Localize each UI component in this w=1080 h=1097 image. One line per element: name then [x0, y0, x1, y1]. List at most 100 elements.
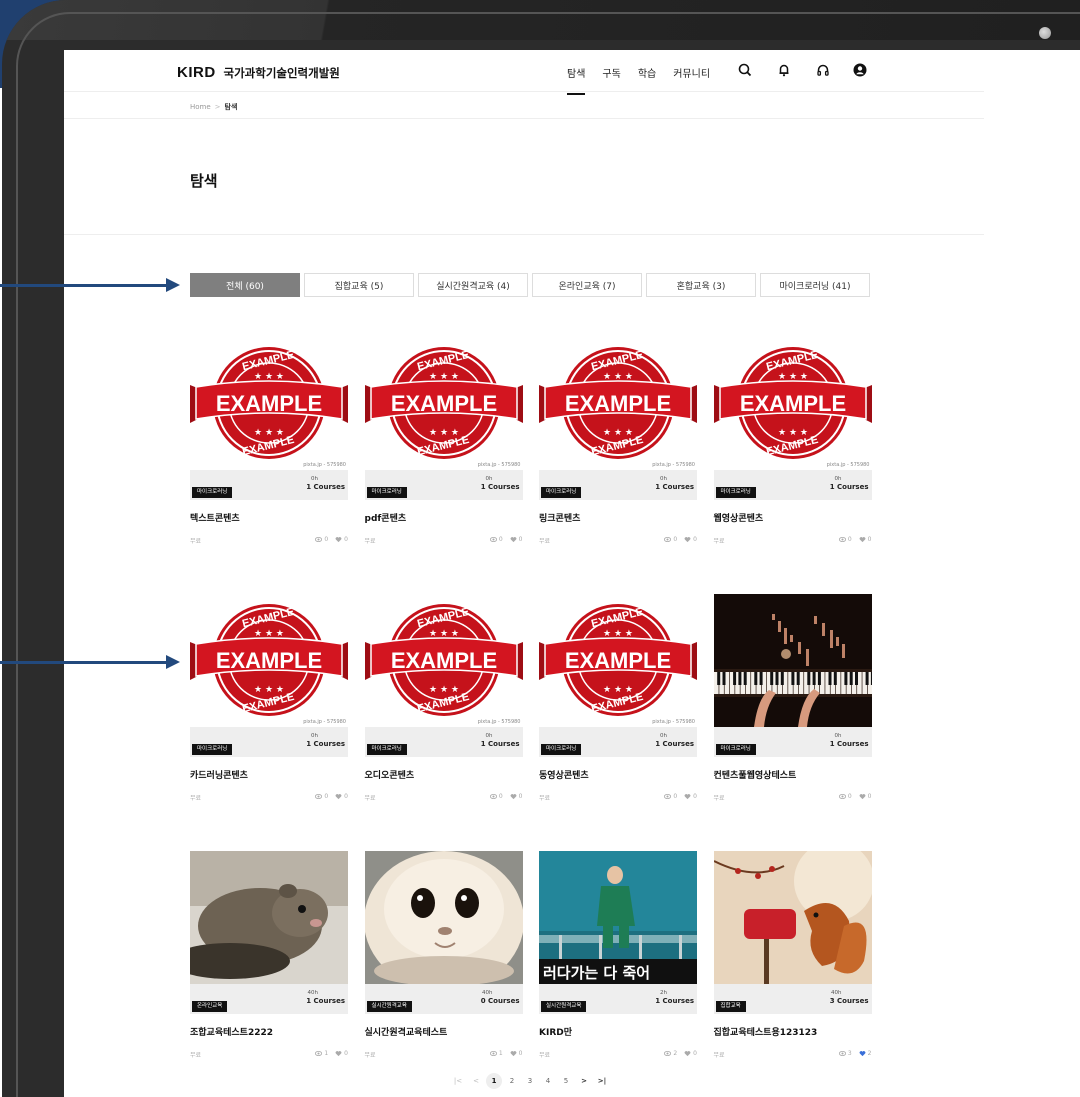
course-thumbnail[interactable]: EXAMPLE EXAMPLE EXAMPLE ★ ★ ★ ★ ★ ★ [539, 594, 697, 727]
tab-classroom[interactable]: 집합교육 (5) [304, 273, 414, 297]
course-thumbnail[interactable]: EXAMPLE EXAMPLE EXAMPLE ★ ★ ★ ★ ★ ★ [190, 594, 348, 727]
heart-icon[interactable] [510, 1050, 517, 1057]
user-account-icon[interactable] [852, 62, 868, 78]
pagination-page-4[interactable]: 4 [540, 1073, 556, 1089]
svg-text:EXAMPLE: EXAMPLE [390, 648, 496, 673]
heart-icon[interactable] [684, 536, 691, 543]
course-thumbnail[interactable] [190, 851, 348, 984]
course-stats: 20 [664, 1050, 697, 1057]
heart-icon[interactable] [335, 793, 342, 800]
course-title[interactable]: 링크콘텐츠 [539, 511, 580, 524]
course-title[interactable]: 웹영상콘텐츠 [714, 511, 764, 524]
course-title[interactable]: 실시간원격교육테스트 [365, 1025, 448, 1038]
nav-item-subscribe[interactable]: 구독 [602, 65, 620, 80]
heart-icon[interactable] [335, 536, 342, 543]
course-title[interactable]: KIRD만 [539, 1025, 572, 1038]
course-card[interactable]: EXAMPLE EXAMPLE EXAMPLE ★ ★ ★ ★ ★ ★ pixta.jp … [190, 337, 348, 549]
course-title[interactable]: 텍스트콘텐츠 [190, 511, 240, 524]
course-title[interactable]: 카드러닝콘텐츠 [190, 768, 248, 781]
tab-online[interactable]: 온라인교육 (7) [532, 273, 642, 297]
course-card[interactable]: 온라인교육 40h 1 Courses 조합교육테스트2222 무료 1 0 [190, 851, 348, 1063]
course-thumbnail[interactable]: EXAMPLE EXAMPLE EXAMPLE ★ ★ ★ ★ ★ ★ [364, 594, 523, 727]
site-logo[interactable]: KIRD 국가과학기술인력개발원 [177, 64, 340, 81]
pagination-page-1[interactable]: 1 [486, 1073, 502, 1089]
tab-blended[interactable]: 혼합교육 (3) [646, 273, 756, 297]
svg-text:EXAMPLE: EXAMPLE [565, 648, 671, 673]
course-title[interactable]: 동영상콘텐츠 [539, 768, 589, 781]
course-count: 1 Courses [480, 740, 520, 748]
nav-item-learning[interactable]: 학습 [638, 65, 656, 80]
heart-icon[interactable] [684, 1050, 691, 1057]
tab-microlearning[interactable]: 마이크로러닝 (41) [760, 273, 870, 297]
heart-icon[interactable] [510, 793, 517, 800]
pagination-last[interactable]: >| [594, 1073, 610, 1089]
course-price: 무료 [190, 795, 202, 802]
course-title[interactable]: 오디오콘텐츠 [365, 768, 415, 781]
course-card[interactable]: 실시간원격교육 40h 0 Courses 실시간원격교육테스트 무료 1 0 [364, 851, 523, 1063]
course-card[interactable]: EXAMPLE EXAMPLE EXAMPLE ★ ★ ★ ★ ★ ★ pixta.jp … [364, 337, 523, 549]
like-count: 0 [693, 793, 697, 800]
course-title[interactable]: pdf콘텐츠 [365, 511, 407, 524]
course-thumbnail[interactable] [713, 594, 872, 727]
course-card[interactable]: EXAMPLE EXAMPLE EXAMPLE ★ ★ ★ ★ ★ ★ pixta.jp … [539, 337, 697, 549]
image-watermark: pixta.jp - 575980 [303, 462, 346, 468]
view-count: 0 [498, 536, 503, 543]
course-stats: 00 [664, 793, 697, 800]
course-thumbnail[interactable] [713, 851, 872, 984]
course-title[interactable]: 조합교육테스트2222 [190, 1025, 273, 1038]
eye-icon [664, 793, 672, 800]
pagination-page-3[interactable]: 3 [522, 1073, 538, 1089]
eye-icon [489, 1050, 497, 1057]
like-count: 0 [344, 536, 348, 543]
heart-icon[interactable] [335, 1050, 342, 1057]
svg-text:EXAMPLE: EXAMPLE [216, 391, 322, 416]
breadcrumb-home[interactable]: Home [190, 103, 211, 111]
heart-icon[interactable] [859, 793, 866, 800]
course-price: 무료 [713, 538, 725, 545]
course-count: 1 Courses [306, 483, 345, 491]
nav-item-community[interactable]: 커뮤니티 [673, 65, 710, 80]
pagination-first[interactable]: |< [450, 1073, 466, 1089]
svg-text:★ ★ ★: ★ ★ ★ [254, 372, 284, 382]
heart-icon[interactable] [510, 536, 517, 543]
course-thumbnail[interactable]: EXAMPLE EXAMPLE EXAMPLE ★ ★ ★ ★ ★ ★ [539, 337, 697, 470]
nav-item-explore[interactable]: 탐색 [567, 65, 586, 95]
course-card[interactable]: 러다가는 다 죽어 실시간원격교육 2h 1 Courses KIRD만 무료 2 0 [539, 851, 697, 1063]
pagination-prev[interactable]: < [468, 1073, 484, 1089]
bell-icon[interactable] [776, 62, 792, 78]
course-duration: 40h [307, 990, 318, 996]
course-info-bar: pixta.jp - 575980 마이크로러닝 0h 1 Courses [190, 719, 348, 757]
heart-icon[interactable] [684, 793, 691, 800]
tab-all[interactable]: 전체 (60) [190, 273, 300, 297]
tab-live-remote[interactable]: 실시간원격교육 (4) [418, 273, 528, 297]
course-card[interactable]: 마이크로러닝 0h 1 Courses 컨텐츠풀웹영상테스트 무료 0 0 [713, 594, 872, 806]
category-badge: 마이크로러닝 [541, 487, 582, 498]
course-title[interactable]: 컨텐츠풀웹영상테스트 [714, 768, 797, 781]
breadcrumb-divider [64, 118, 984, 119]
course-card[interactable]: EXAMPLE EXAMPLE EXAMPLE ★ ★ ★ ★ ★ ★ pixta.jp … [713, 337, 872, 549]
course-card[interactable]: EXAMPLE EXAMPLE EXAMPLE ★ ★ ★ ★ ★ ★ pixta.jp … [364, 594, 523, 806]
course-stats: 10 [315, 1050, 348, 1057]
heart-icon[interactable] [859, 536, 866, 543]
pagination-page-2[interactable]: 2 [504, 1073, 520, 1089]
camera-icon [1039, 27, 1051, 39]
course-title[interactable]: 집합교육테스트용123123 [714, 1025, 818, 1038]
course-thumbnail[interactable]: 러다가는 다 죽어 [539, 851, 697, 984]
course-thumbnail[interactable] [364, 851, 523, 984]
search-icon[interactable] [737, 62, 753, 78]
pagination-page-5[interactable]: 5 [558, 1073, 574, 1089]
course-duration: 40h [831, 990, 842, 996]
heart-icon[interactable] [859, 1050, 866, 1057]
course-card[interactable]: EXAMPLE EXAMPLE EXAMPLE ★ ★ ★ ★ ★ ★ pixta.jp … [190, 594, 348, 806]
course-card[interactable]: 집합교육 40h 3 Courses 집합교육테스트용123123 무료 3 2 [713, 851, 872, 1063]
main-nav: 탐색 구독 학습 커뮤니티 [567, 65, 727, 95]
category-badge: 집합교육 [715, 1001, 746, 1012]
course-thumbnail[interactable]: EXAMPLE EXAMPLE EXAMPLE ★ ★ ★ ★ ★ ★ [190, 337, 348, 470]
headset-icon[interactable] [815, 62, 831, 78]
course-thumbnail[interactable]: EXAMPLE EXAMPLE EXAMPLE ★ ★ ★ ★ ★ ★ [713, 337, 872, 470]
course-card[interactable]: EXAMPLE EXAMPLE EXAMPLE ★ ★ ★ ★ ★ ★ pixta.jp … [539, 594, 697, 806]
pagination-next[interactable]: > [576, 1073, 592, 1089]
browser-screen: KIRD 국가과학기술인력개발원 탐색 구독 학습 커뮤니티 Home > 탐색… [64, 50, 1080, 1097]
course-thumbnail[interactable]: EXAMPLE EXAMPLE EXAMPLE ★ ★ ★ ★ ★ ★ [364, 337, 523, 470]
svg-text:★ ★ ★: ★ ★ ★ [254, 685, 284, 695]
